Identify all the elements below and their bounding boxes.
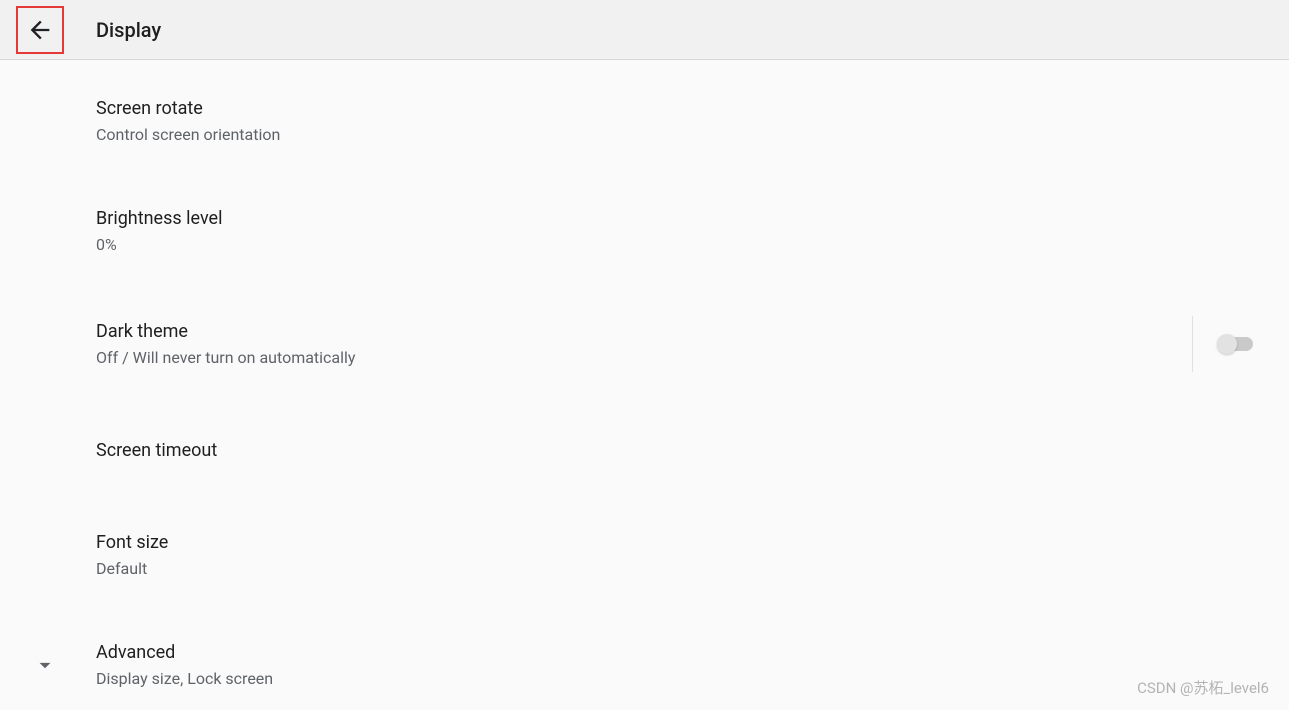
setting-advanced[interactable]: Advanced Display size, Lock screen bbox=[0, 624, 1289, 706]
setting-title: Screen timeout bbox=[96, 438, 1289, 463]
setting-title: Advanced bbox=[96, 640, 1289, 665]
setting-brightness-level[interactable]: Brightness level 0% bbox=[0, 190, 1289, 272]
setting-subtitle: Control screen orientation bbox=[96, 125, 1289, 146]
setting-title: Dark theme bbox=[96, 319, 1192, 344]
setting-subtitle: Off / Will never turn on automatically bbox=[96, 348, 1192, 369]
setting-screen-rotate[interactable]: Screen rotate Control screen orientation bbox=[0, 80, 1289, 162]
header-bar: Display bbox=[0, 0, 1289, 60]
page-title: Display bbox=[96, 18, 161, 42]
setting-dark-theme[interactable]: Dark theme Off / Will never turn on auto… bbox=[0, 300, 1289, 388]
setting-title: Brightness level bbox=[96, 206, 1289, 231]
setting-title: Screen rotate bbox=[96, 96, 1289, 121]
chevron-down-icon bbox=[32, 652, 58, 678]
setting-font-size[interactable]: Font size Default bbox=[0, 514, 1289, 596]
setting-title: Font size bbox=[96, 530, 1289, 555]
arrow-back-icon bbox=[26, 16, 54, 44]
setting-subtitle: Display size, Lock screen bbox=[96, 669, 1289, 690]
setting-subtitle: Default bbox=[96, 559, 1289, 580]
setting-subtitle: 0% bbox=[96, 235, 1289, 256]
switch-thumb bbox=[1217, 334, 1237, 354]
toggle-divider bbox=[1192, 316, 1193, 372]
settings-content: Screen rotate Control screen orientation… bbox=[0, 60, 1289, 706]
setting-screen-timeout[interactable]: Screen timeout bbox=[0, 416, 1289, 486]
back-button[interactable] bbox=[16, 6, 64, 54]
dark-theme-toggle[interactable] bbox=[1217, 332, 1257, 356]
